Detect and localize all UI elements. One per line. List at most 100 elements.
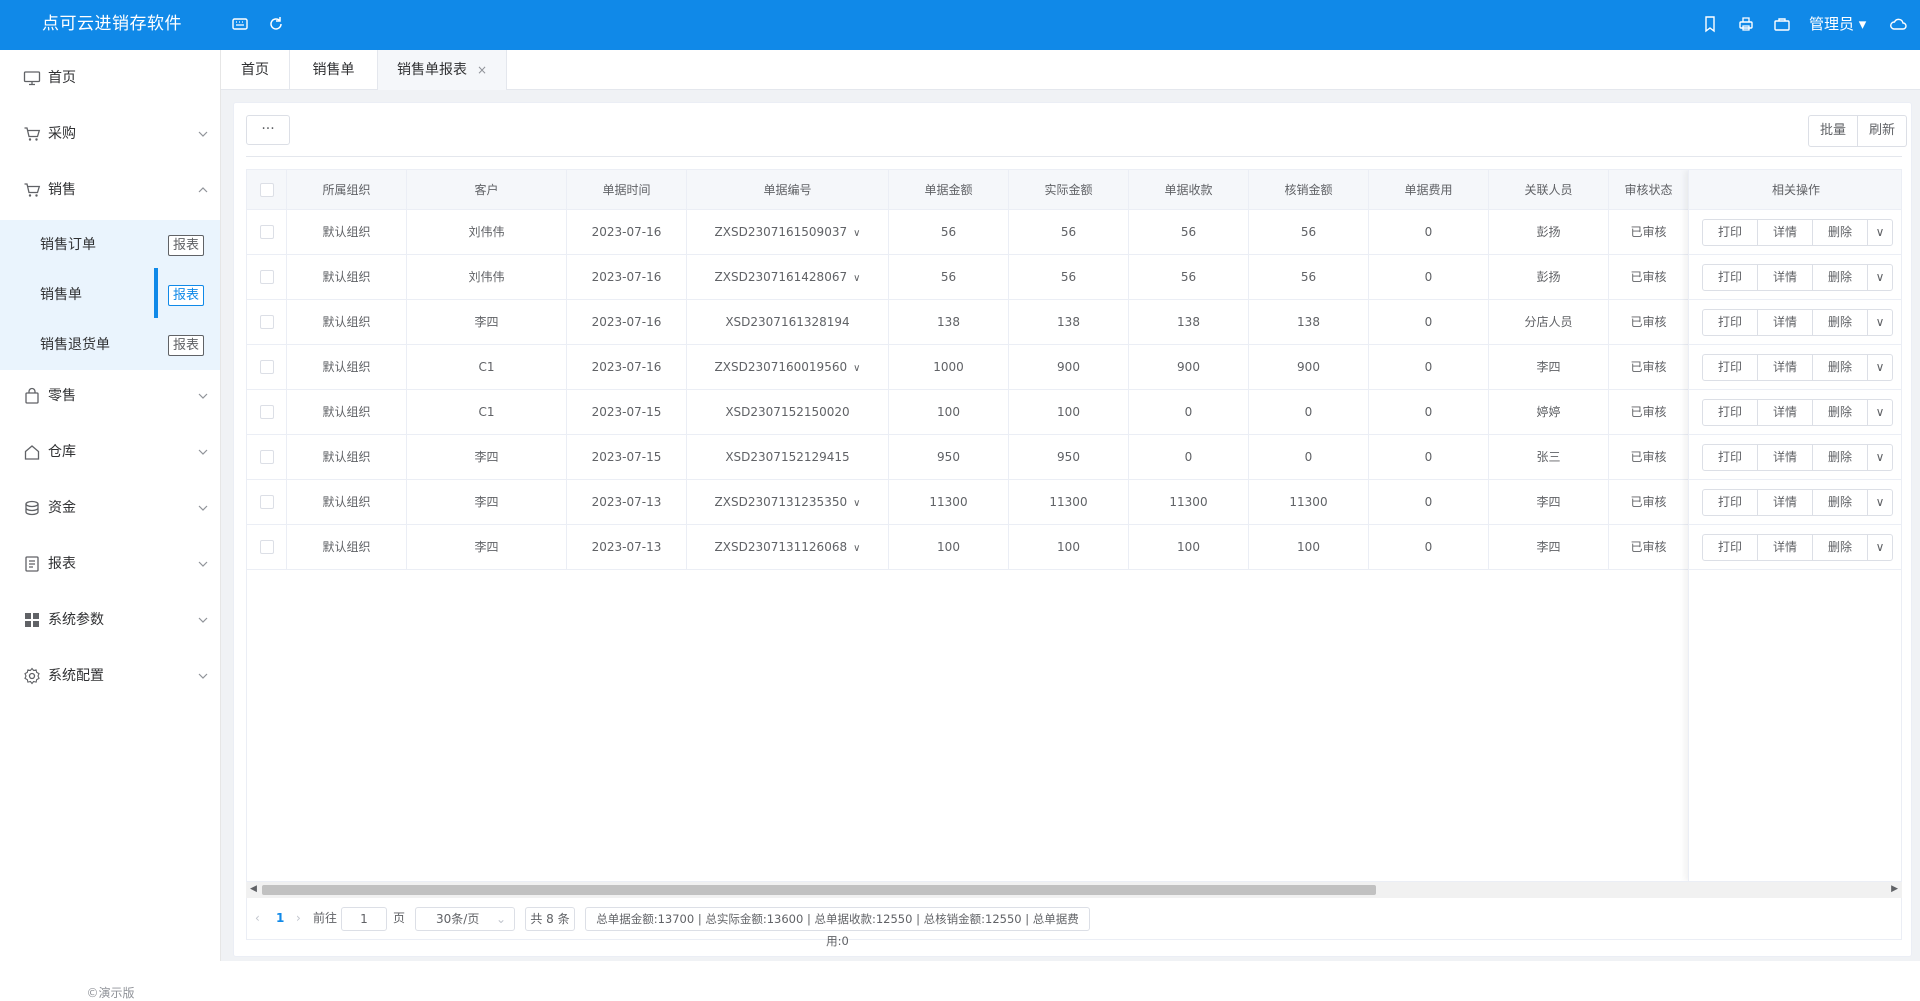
column-header[interactable]: 实际金额 [1009,170,1129,210]
detail-button[interactable]: 详情 [1757,265,1812,290]
print-button[interactable]: 打印 [1703,220,1757,245]
detail-button[interactable]: 详情 [1757,400,1812,425]
delete-button[interactable]: 删除 [1812,445,1867,470]
row-checkbox[interactable] [260,495,274,509]
briefcase-icon[interactable] [1773,15,1791,33]
report-tag[interactable]: 报表 [168,285,205,306]
delete-button[interactable]: 删除 [1812,535,1867,560]
sidebar-item-funds[interactable]: 资金 [0,480,220,536]
more-actions-dropdown-icon[interactable]: ∨ [1867,490,1892,515]
print-button[interactable]: 打印 [1703,400,1757,425]
delete-button[interactable]: 删除 [1812,490,1867,515]
next-page-icon[interactable]: › [296,898,301,938]
column-header[interactable]: 审核状态 [1609,170,1689,210]
page-number-current[interactable]: 1 [276,898,284,938]
prev-page-icon[interactable]: ‹ [255,898,260,938]
scroll-right-icon[interactable]: ▶ [1891,884,1898,894]
column-header[interactable]: 客户 [407,170,567,210]
user-menu[interactable]: 管理员 ▾ [1809,0,1866,48]
sidebar-item-reports[interactable]: 报表 [0,536,220,592]
sidebar-item-home[interactable]: 首页 [0,50,220,106]
number-cell[interactable]: XSD2307152129415 [687,435,889,480]
scroll-left-icon[interactable]: ◀ [250,884,257,894]
number-cell[interactable]: XSD2307152150020 [687,390,889,435]
row-checkbox[interactable] [260,225,274,239]
column-header[interactable]: 单据编号 [687,170,889,210]
horizontal-scrollbar[interactable]: ◀ ▶ [246,882,1902,898]
number-cell[interactable]: XSD2307161328194 [687,300,889,345]
column-header[interactable]: 单据金额 [889,170,1009,210]
tab-home[interactable]: 首页 [221,50,290,90]
detail-button[interactable]: 详情 [1757,490,1812,515]
bookmark-icon[interactable] [1701,15,1719,33]
tab-sales-report[interactable]: 销售单报表 × [378,50,507,90]
chevron-down-icon[interactable]: ∨ [853,526,860,569]
detail-button[interactable]: 详情 [1757,445,1812,470]
column-header[interactable]: 核销金额 [1249,170,1369,210]
tab-sales-invoice[interactable]: 销售单 [290,50,378,90]
column-header[interactable]: 单据费用 [1369,170,1489,210]
report-tag[interactable]: 报表 [168,335,205,356]
row-checkbox[interactable] [260,270,274,284]
batch-button[interactable]: 批量 [1809,116,1857,146]
delete-button[interactable]: 删除 [1812,265,1867,290]
column-header[interactable]: 单据收款 [1129,170,1249,210]
row-checkbox[interactable] [260,540,274,554]
more-button[interactable]: ··· [246,115,290,145]
delete-button[interactable]: 删除 [1812,355,1867,380]
cloud-icon[interactable] [1889,15,1907,33]
print-button[interactable]: 打印 [1703,445,1757,470]
number-cell[interactable]: ZXSD2307160019560 ∨ [687,345,889,390]
submenu-item-sales-invoice[interactable]: 销售单 报表 [0,270,220,320]
close-icon[interactable]: × [477,63,487,77]
delete-button[interactable]: 删除 [1812,310,1867,335]
submenu-item-sales-order[interactable]: 销售订单 报表 [0,220,220,270]
sidebar-item-warehouse[interactable]: 仓库 [0,424,220,480]
print-button[interactable]: 打印 [1703,535,1757,560]
column-header[interactable]: 所属组织 [287,170,407,210]
more-actions-dropdown-icon[interactable]: ∨ [1867,265,1892,290]
row-checkbox[interactable] [260,450,274,464]
more-actions-dropdown-icon[interactable]: ∨ [1867,400,1892,425]
number-cell[interactable]: ZXSD2307161509037 ∨ [687,210,889,255]
detail-button[interactable]: 详情 [1757,220,1812,245]
column-header[interactable]: 关联人员 [1489,170,1609,210]
more-actions-dropdown-icon[interactable]: ∨ [1867,535,1892,560]
print-button[interactable]: 打印 [1703,265,1757,290]
sidebar-item-retail[interactable]: 零售 [0,368,220,424]
number-cell[interactable]: ZXSD2307131126068 ∨ [687,525,889,570]
sidebar-item-purchase[interactable]: 采购 [0,106,220,162]
printer-icon[interactable] [1737,15,1755,33]
more-actions-dropdown-icon[interactable]: ∨ [1867,220,1892,245]
delete-button[interactable]: 删除 [1812,220,1867,245]
submenu-item-sales-return[interactable]: 销售退货单 报表 [0,320,220,370]
row-checkbox[interactable] [260,360,274,374]
refresh-icon[interactable] [267,15,285,33]
chevron-down-icon[interactable]: ∨ [853,211,860,254]
chevron-down-icon[interactable]: ∨ [853,346,860,389]
chevron-down-icon[interactable]: ∨ [853,256,860,299]
row-checkbox[interactable] [260,315,274,329]
row-checkbox[interactable] [260,405,274,419]
more-actions-dropdown-icon[interactable]: ∨ [1867,445,1892,470]
report-tag[interactable]: 报表 [168,235,205,256]
column-header[interactable]: 单据时间 [567,170,687,210]
detail-button[interactable]: 详情 [1757,355,1812,380]
print-button[interactable]: 打印 [1703,490,1757,515]
delete-button[interactable]: 删除 [1812,400,1867,425]
more-actions-dropdown-icon[interactable]: ∨ [1867,355,1892,380]
goto-page-input[interactable]: 1 [341,907,387,931]
sidebar-item-sales[interactable]: 销售 [0,162,220,218]
detail-button[interactable]: 详情 [1757,310,1812,335]
select-all-checkbox[interactable] [260,183,274,197]
number-cell[interactable]: ZXSD2307131235350 ∨ [687,480,889,525]
scrollbar-thumb[interactable] [262,885,1376,895]
refresh-button[interactable]: 刷新 [1857,116,1906,146]
chevron-down-icon[interactable]: ∨ [853,481,860,524]
page-size-select[interactable]: 30条/页 ⌄ [415,907,515,931]
number-cell[interactable]: ZXSD2307161428067 ∨ [687,255,889,300]
detail-button[interactable]: 详情 [1757,535,1812,560]
print-button[interactable]: 打印 [1703,310,1757,335]
keyboard-icon[interactable] [231,15,249,33]
print-button[interactable]: 打印 [1703,355,1757,380]
